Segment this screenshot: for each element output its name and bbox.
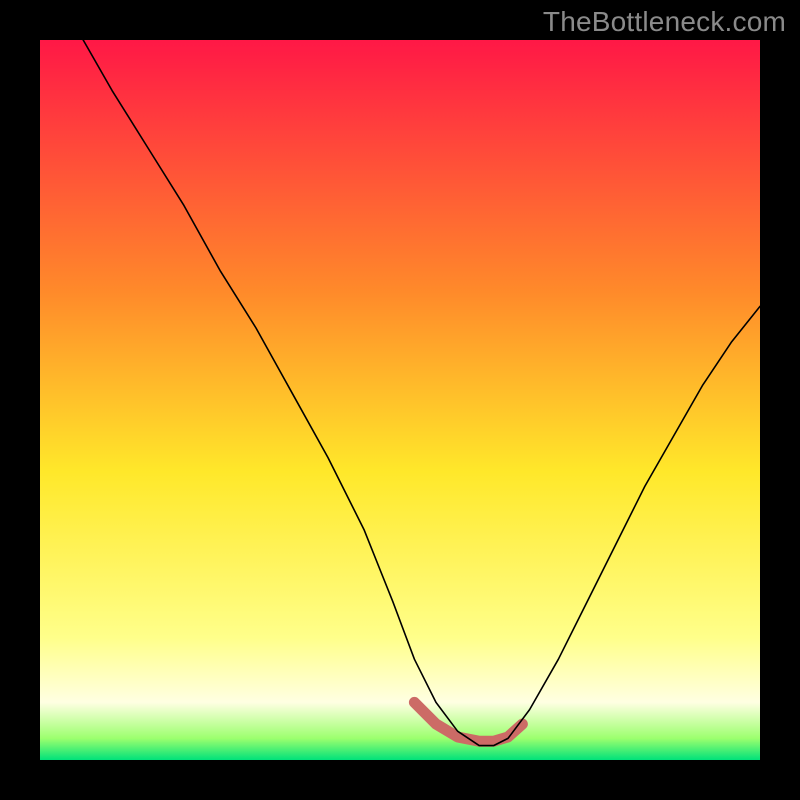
curve-layer bbox=[40, 40, 760, 760]
chart-container: TheBottleneck.com bbox=[0, 0, 800, 800]
watermark-text: TheBottleneck.com bbox=[543, 6, 786, 38]
plot-area bbox=[40, 40, 760, 760]
curve-line bbox=[83, 40, 760, 746]
highlight-band bbox=[414, 702, 522, 741]
